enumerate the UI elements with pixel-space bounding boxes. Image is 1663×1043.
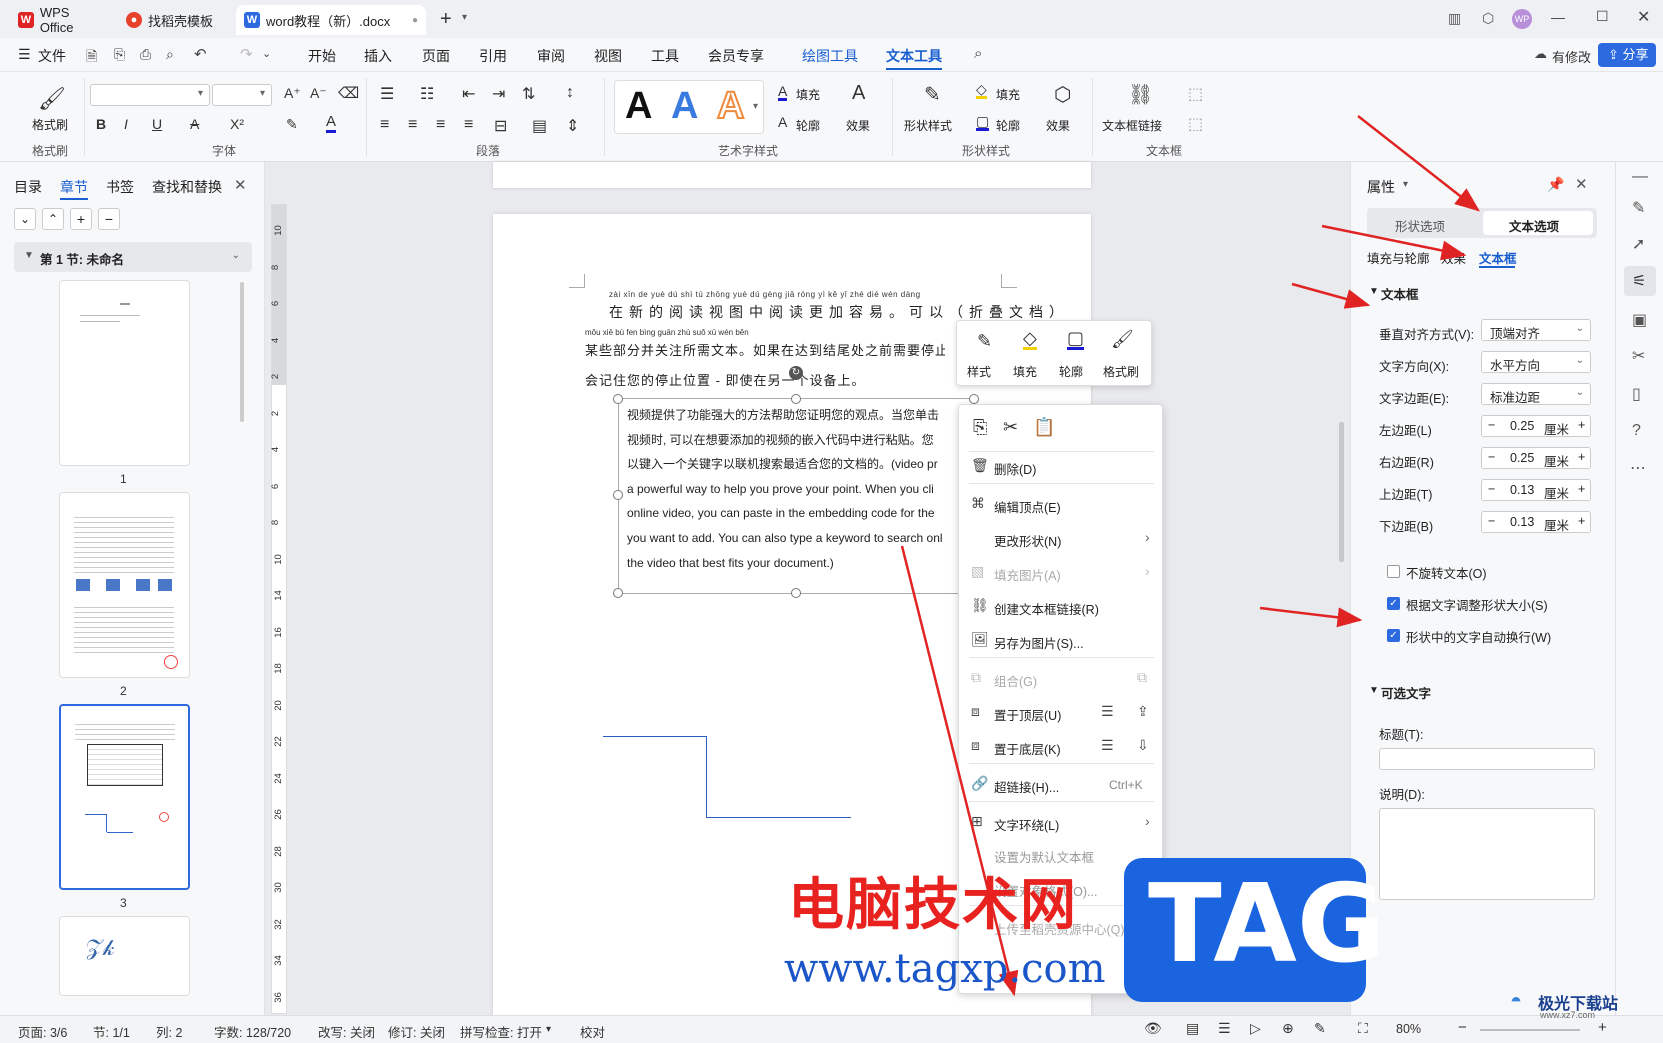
tag-logo-text: TAG <box>1148 862 1386 987</box>
aurora-logo-icon: ◓ <box>1510 990 1523 1012</box>
arrow-to-textbox-subtab <box>1321 224 1467 261</box>
watermark-text: 电脑技术网 <box>788 873 1078 938</box>
arrow-to-text-options <box>1357 115 1480 212</box>
arrow-to-autofit <box>1259 606 1363 628</box>
tag-logo: TAG <box>1124 858 1386 1002</box>
watermark-url: www.tagxp.com <box>784 946 1106 992</box>
arrow-to-textbox-section <box>1291 282 1371 309</box>
site-logo: ◓ 极光下载站 www.xz7.com <box>1510 990 1660 1020</box>
site-logo-url: www.xz7.com <box>1540 1010 1596 1020</box>
